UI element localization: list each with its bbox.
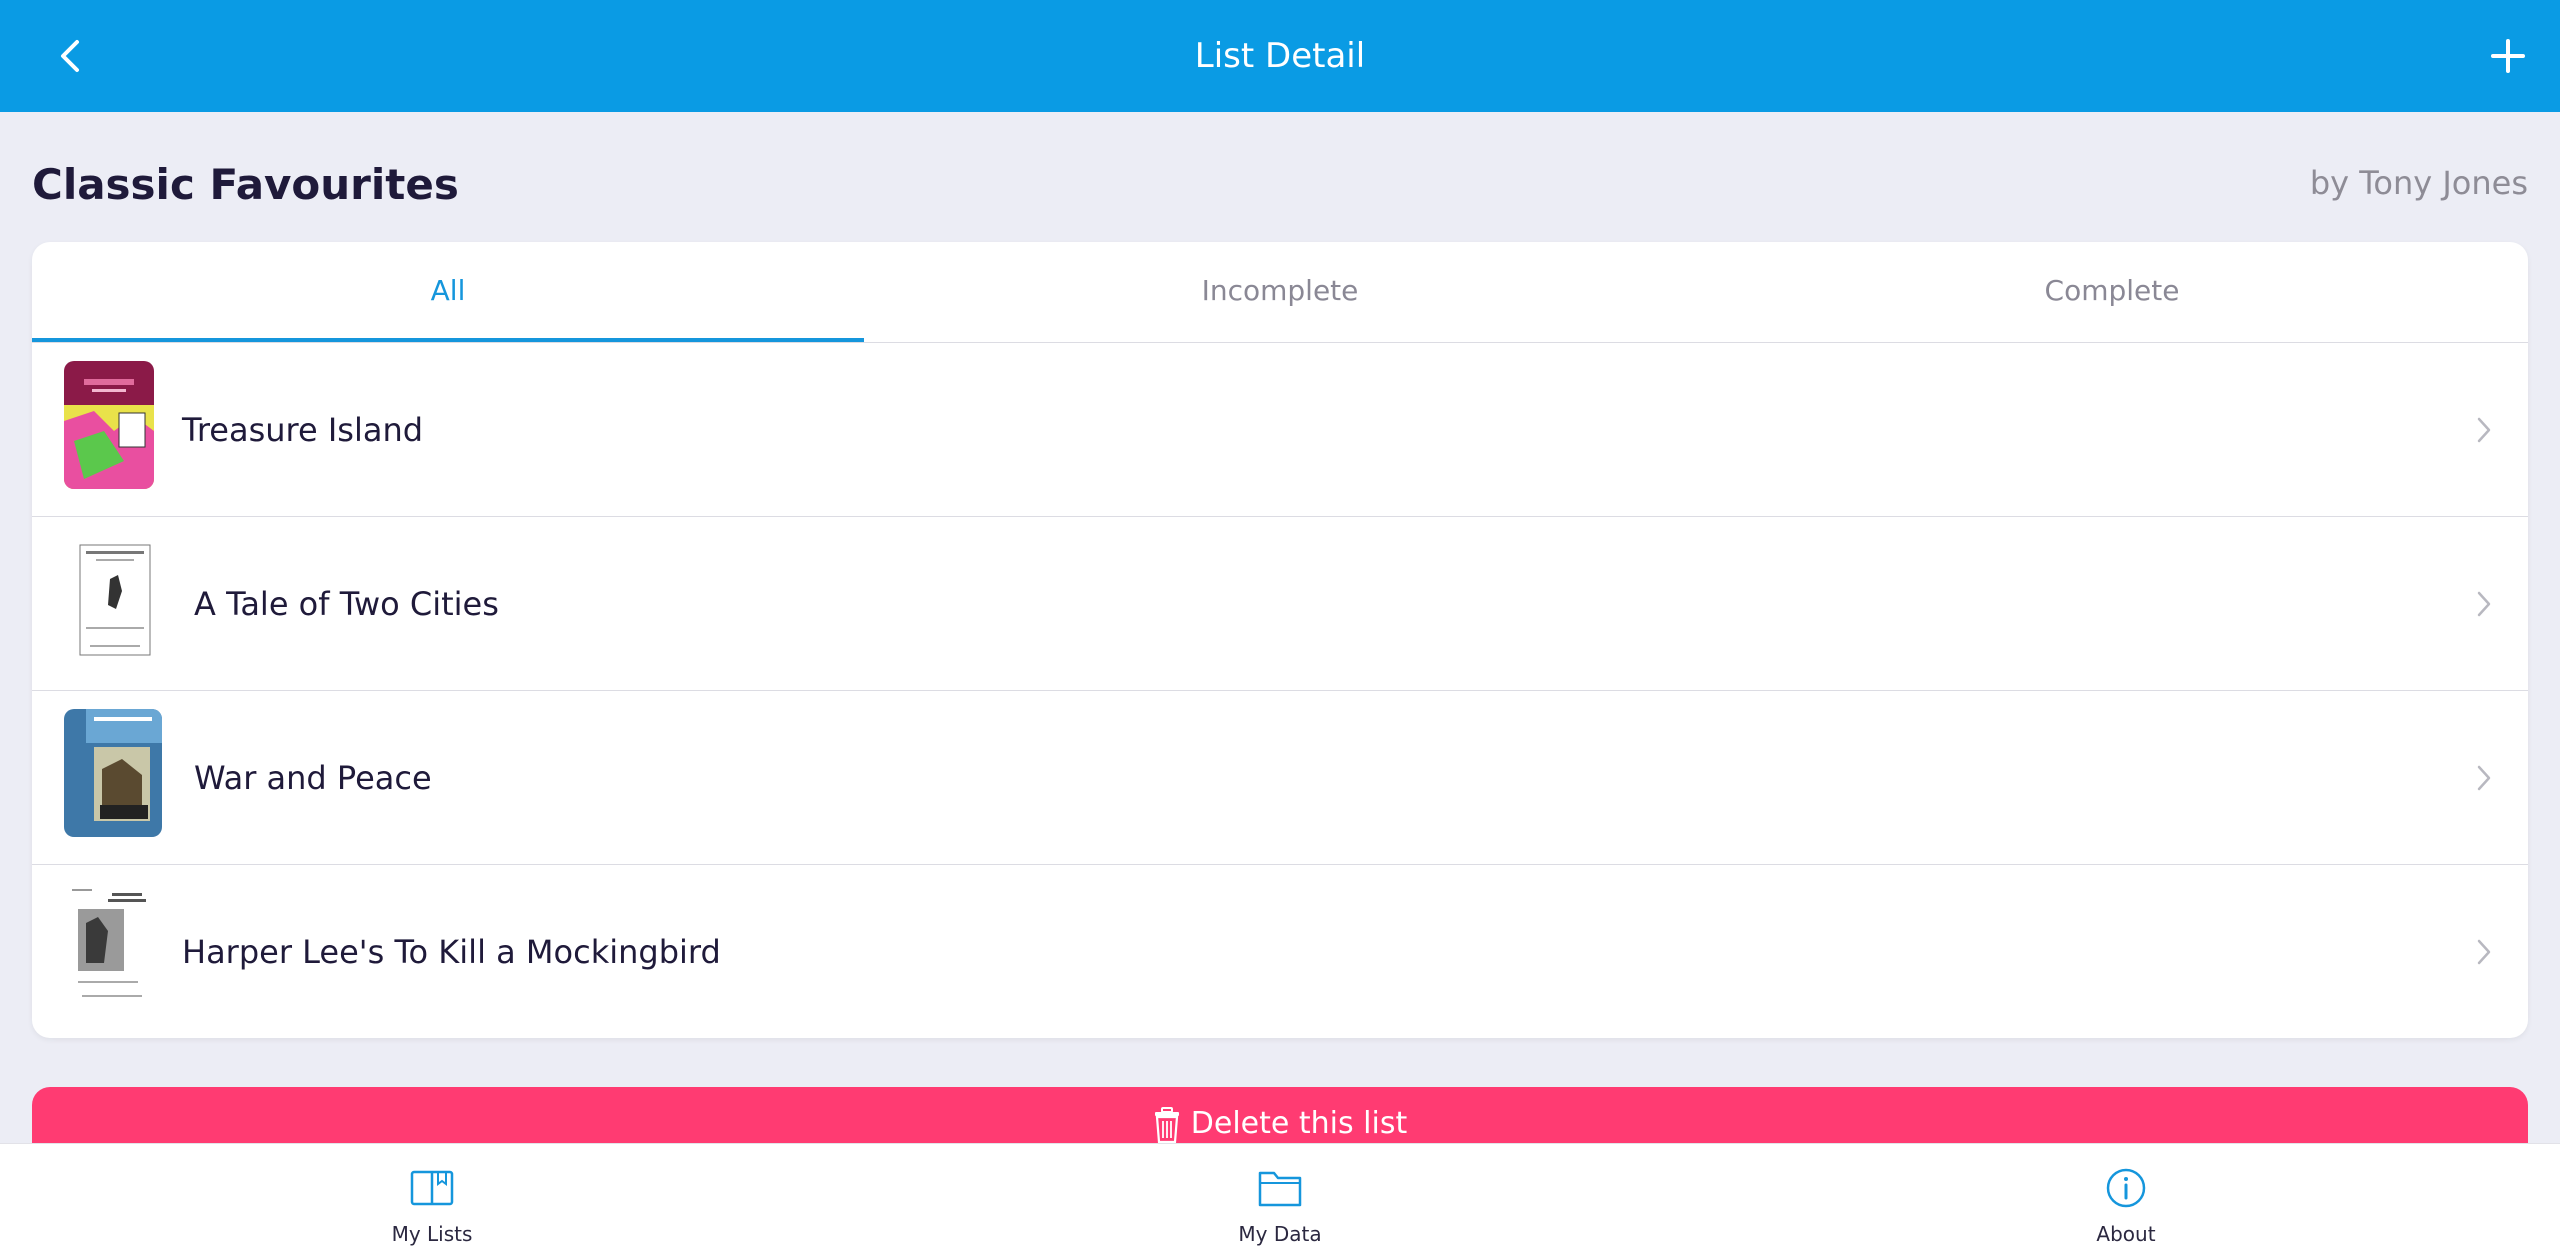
top-app-bar: List Detail	[0, 0, 2560, 112]
list-item-war-and-peace[interactable]: War and Peace	[32, 690, 2528, 864]
book-cover-treasure-island	[64, 361, 154, 489]
book-list-card: All Incomplete Complete Treasure Island	[32, 242, 2528, 1038]
tab-complete[interactable]: Complete	[1696, 242, 2528, 342]
chevron-right-icon	[2464, 410, 2504, 450]
book-icon	[410, 1170, 454, 1206]
chevron-right-icon	[2464, 584, 2504, 624]
nav-about[interactable]: About	[2026, 1164, 2226, 1246]
list-title: Classic Favourites	[32, 160, 459, 209]
delete-button-label: Delete this list	[1190, 1106, 1408, 1141]
trash-icon	[1154, 1107, 1179, 1143]
list-author: by Tony Jones	[2309, 164, 2528, 202]
book-cover-war-and-peace	[64, 709, 162, 837]
add-item-button[interactable]	[2478, 26, 2538, 86]
book-title: Harper Lee's To Kill a Mockingbird	[182, 933, 721, 971]
tab-all[interactable]: All	[32, 242, 864, 342]
book-title: War and Peace	[194, 759, 432, 797]
tab-incomplete[interactable]: Incomplete	[864, 242, 1696, 342]
book-title: Treasure Island	[182, 411, 424, 449]
bottom-nav: My Lists My Data About	[0, 1143, 2560, 1256]
chevron-right-icon	[2464, 932, 2504, 972]
plus-icon	[2491, 39, 2525, 73]
nav-label: My Data	[1238, 1222, 1322, 1246]
page-title: List Detail	[1194, 36, 1366, 76]
chevron-right-icon	[2464, 758, 2504, 798]
filter-tabs: All Incomplete Complete	[32, 242, 2528, 342]
info-icon	[2106, 1168, 2146, 1208]
list-item-treasure-island[interactable]: Treasure Island	[32, 342, 2528, 516]
nav-label: My Lists	[391, 1222, 473, 1246]
nav-my-lists[interactable]: My Lists	[332, 1164, 532, 1246]
folder-icon	[1258, 1171, 1302, 1207]
nav-my-data[interactable]: My Data	[1180, 1164, 1380, 1246]
list-header: Classic Favourites by Tony Jones	[32, 150, 2528, 220]
list-item-tale-of-two-cities[interactable]: A Tale of Two Cities	[32, 516, 2528, 690]
list-item-to-kill-a-mockingbird[interactable]: Harper Lee's To Kill a Mockingbird	[32, 864, 2528, 1038]
book-title: A Tale of Two Cities	[194, 585, 499, 623]
book-cover-to-kill-a-mockingbird	[64, 883, 154, 1011]
book-cover-tale-of-two-cities	[72, 535, 158, 663]
nav-label: About	[2096, 1222, 2156, 1246]
